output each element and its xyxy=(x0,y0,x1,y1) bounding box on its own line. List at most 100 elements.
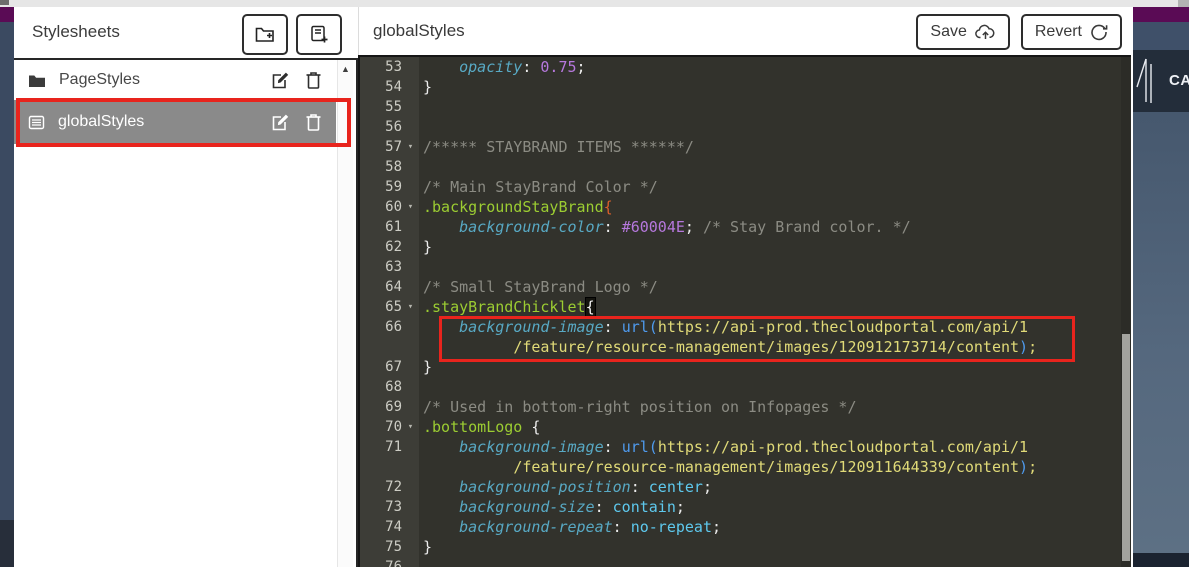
code-text: } xyxy=(419,237,432,257)
code-line[interactable]: 63 xyxy=(360,257,1131,277)
rail-bottom-strip xyxy=(1133,553,1189,567)
line-number: 68 xyxy=(360,377,402,397)
code-text: background-image: url(https://api-prod.t… xyxy=(419,317,1028,337)
revert-button-label: Revert xyxy=(1035,23,1082,41)
nav-band: CA xyxy=(1133,50,1189,112)
page-background-left xyxy=(0,22,14,520)
edit-icon[interactable] xyxy=(271,71,290,90)
code-line[interactable]: 62} xyxy=(360,237,1131,257)
row-actions xyxy=(271,71,322,90)
editor-scrollbar[interactable] xyxy=(1121,57,1131,567)
list-item-pagestyles[interactable]: PageStyles xyxy=(14,60,336,100)
delete-icon[interactable] xyxy=(305,71,322,90)
delete-icon[interactable] xyxy=(305,113,322,132)
code-line[interactable]: 75} xyxy=(360,537,1131,557)
save-button[interactable]: Save xyxy=(916,14,1009,50)
stylesheet-list: ▲ PageStyles xyxy=(14,58,358,567)
code-editor[interactable]: 53 opacity: 0.75;54}555657▾/***** STAYBR… xyxy=(358,55,1131,567)
code-line[interactable]: 54} xyxy=(360,77,1131,97)
sidebar-title: Stylesheets xyxy=(32,22,120,42)
code-line[interactable]: 71 background-image: url(https://api-pro… xyxy=(360,437,1131,457)
fold-gutter xyxy=(402,117,419,137)
code-text: /* Small StayBrand Logo */ xyxy=(419,277,658,297)
stylesheet-icon xyxy=(28,115,45,130)
list-item-label: PageStyles xyxy=(59,71,271,89)
code-text: background-position: center; xyxy=(419,477,712,497)
edit-icon[interactable] xyxy=(271,113,290,132)
list-item-label: globalStyles xyxy=(58,113,271,131)
add-stylesheet-button[interactable] xyxy=(296,14,342,55)
code-line[interactable]: 65▾.stayBrandChicklet{ xyxy=(360,297,1131,317)
fold-gutter xyxy=(402,537,419,557)
fold-gutter xyxy=(402,337,419,357)
code-text: /* Used in bottom-right position on Info… xyxy=(419,397,856,417)
editor-actions: Save Revert xyxy=(916,14,1122,50)
code-text xyxy=(419,257,423,277)
fold-gutter xyxy=(402,477,419,497)
fold-gutter xyxy=(402,317,419,337)
code-line[interactable]: 76 xyxy=(360,557,1131,567)
line-number: 62 xyxy=(360,237,402,257)
code-text: } xyxy=(419,537,432,557)
add-folder-button[interactable] xyxy=(242,14,288,55)
revert-icon xyxy=(1090,23,1108,41)
code-text: background-image: url(https://api-prod.t… xyxy=(419,437,1028,457)
code-line[interactable]: 61 background-color: #60004E; /* Stay Br… xyxy=(360,217,1131,237)
code-line[interactable]: 56 xyxy=(360,117,1131,137)
sidebar-scrollbar[interactable]: ▲ xyxy=(337,60,353,567)
fold-gutter xyxy=(402,357,419,377)
code-line[interactable]: 55 xyxy=(360,97,1131,117)
line-number: 70 xyxy=(360,417,402,437)
page-background-right: CA xyxy=(1133,22,1189,567)
line-number: 57 xyxy=(360,137,402,157)
fold-arrow-icon[interactable]: ▾ xyxy=(402,417,419,437)
code-text: } xyxy=(419,357,432,377)
fold-gutter xyxy=(402,177,419,197)
line-number: 56 xyxy=(360,117,402,137)
code-line[interactable]: 74 background-repeat: no-repeat; xyxy=(360,517,1131,537)
fold-gutter xyxy=(402,437,419,457)
code-line[interactable]: 70▾.bottomLogo { xyxy=(360,417,1131,437)
code-line[interactable]: 69/* Used in bottom-right position on In… xyxy=(360,397,1131,417)
window-corner xyxy=(0,0,9,5)
fold-arrow-icon[interactable]: ▾ xyxy=(402,197,419,217)
code-line[interactable]: 73 background-size: contain; xyxy=(360,497,1131,517)
line-number: 54 xyxy=(360,77,402,97)
code-text: background-repeat: no-repeat; xyxy=(419,517,721,537)
code-line[interactable]: 66 background-image: url(https://api-pro… xyxy=(360,317,1131,337)
code-line[interactable]: 57▾/***** STAYBRAND ITEMS ******/ xyxy=(360,137,1131,157)
code-text: background-size: contain; xyxy=(419,497,685,517)
line-number: 64 xyxy=(360,277,402,297)
code-text: /feature/resource-management/images/1209… xyxy=(419,457,1037,477)
brand-text: CA xyxy=(1169,72,1189,89)
sidebar-toolbar xyxy=(242,14,342,55)
scroll-up-icon[interactable]: ▲ xyxy=(338,60,353,76)
list-item-globalstyles[interactable]: globalStyles xyxy=(14,100,336,144)
code-line[interactable]: 64 /* Small StayBrand Logo */ xyxy=(360,277,1131,297)
page-background-left-bottom xyxy=(0,520,14,567)
code-line[interactable]: 67} xyxy=(360,357,1131,377)
fold-arrow-icon[interactable]: ▾ xyxy=(402,137,419,157)
line-number: 71 xyxy=(360,437,402,457)
fold-arrow-icon[interactable]: ▾ xyxy=(402,297,419,317)
editor-scrollbar-thumb[interactable] xyxy=(1122,334,1130,561)
code-text: opacity: 0.75; xyxy=(419,57,586,77)
folder-icon xyxy=(28,73,46,88)
code-line[interactable]: 59/* Main StayBrand Color */ xyxy=(360,177,1131,197)
code-line[interactable]: 58 xyxy=(360,157,1131,177)
line-number: 63 xyxy=(360,257,402,277)
code-line[interactable]: 60▾.backgroundStayBrand{ xyxy=(360,197,1131,217)
code-line[interactable]: 68 xyxy=(360,377,1131,397)
code-line[interactable]: /feature/resource-management/images/1209… xyxy=(360,457,1131,477)
code-line[interactable]: /feature/resource-management/images/1209… xyxy=(360,337,1131,357)
fold-gutter xyxy=(402,457,419,477)
code-text: .bottomLogo { xyxy=(419,417,540,437)
code-line[interactable]: 72 background-position: center; xyxy=(360,477,1131,497)
code-text xyxy=(419,557,423,567)
revert-button[interactable]: Revert xyxy=(1021,14,1122,50)
add-stylesheet-icon xyxy=(310,25,329,44)
code-text: /feature/resource-management/images/1209… xyxy=(419,337,1037,357)
code-text: .stayBrandChicklet{ xyxy=(419,297,595,317)
line-number: 65 xyxy=(360,297,402,317)
code-line[interactable]: 53 opacity: 0.75; xyxy=(360,57,1131,77)
